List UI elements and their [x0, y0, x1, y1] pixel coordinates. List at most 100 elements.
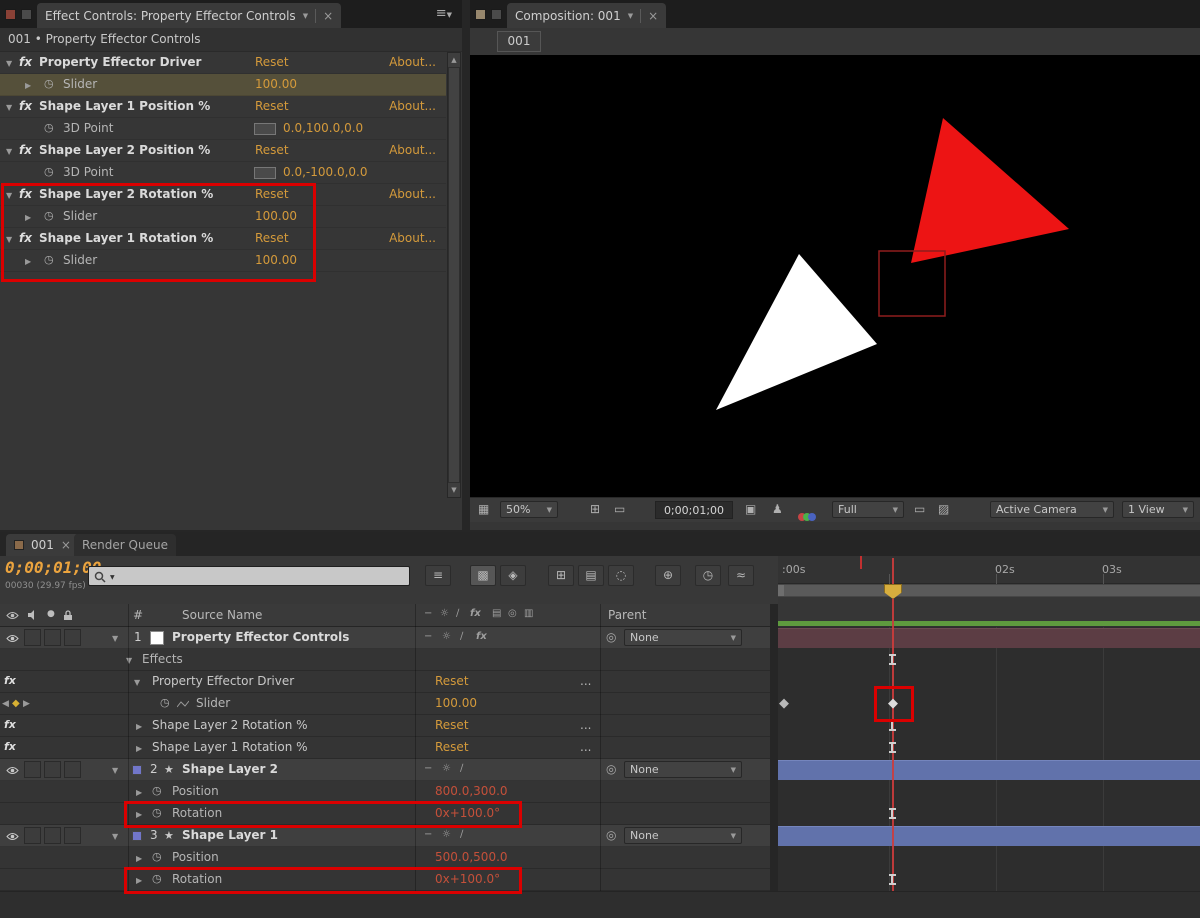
stopwatch-icon[interactable]: ◷ [44, 253, 54, 266]
column-number[interactable]: # [133, 608, 143, 622]
scroll-thumb[interactable] [449, 68, 459, 482]
twirl-open-icon[interactable]: ▼ [112, 832, 118, 841]
twirl-open-icon[interactable]: ▼ [112, 634, 118, 643]
audio-cell[interactable] [24, 827, 41, 844]
twirl-closed-icon[interactable]: ▶ [25, 213, 31, 222]
stopwatch-icon[interactable]: ◷ [152, 872, 162, 885]
effect-switch-icon[interactable]: ∕ [460, 631, 463, 642]
solo-cell[interactable] [44, 761, 61, 778]
ec-scrollbar[interactable]: ▲ ▼ [447, 52, 461, 498]
effect-header-row[interactable]: ▼ fx Property Effector Driver Reset Abou… [0, 52, 446, 74]
twirl-open-icon[interactable]: ▼ [112, 766, 118, 775]
point-property-row[interactable]: ◷ 3D Point 0.0,100.0,0.0 [0, 118, 446, 140]
collapse-switch-icon[interactable]: − [424, 631, 432, 642]
effect-name[interactable]: Shape Layer 1 Rotation % [152, 740, 308, 754]
stopwatch-icon[interactable]: ◷ [44, 209, 54, 222]
quality-switch-icon[interactable]: ☼ [442, 763, 451, 774]
layer-color-chip[interactable] [132, 831, 142, 841]
effect-name[interactable]: Shape Layer 2 Position % [39, 143, 210, 157]
show-snapshot-icon[interactable]: ♟ [772, 502, 783, 516]
layer-name[interactable]: Property Effector Controls [172, 630, 349, 644]
options-dots[interactable]: ... [580, 674, 591, 688]
panel-menu-icon[interactable]: ≡▼ [436, 6, 452, 21]
stopwatch-icon[interactable]: ◷ [160, 696, 170, 709]
parent-select[interactable]: None▼ [624, 761, 742, 778]
layer-name[interactable]: Shape Layer 1 [182, 828, 278, 842]
zoom-select[interactable]: 50%▼ [500, 501, 558, 518]
layer-row-1[interactable]: ▼ 1 Property Effector Controls − ☼ ∕ fx … [0, 627, 770, 649]
about-link[interactable]: About... [389, 143, 436, 157]
twirl-open-icon[interactable]: ▼ [6, 59, 12, 68]
visibility-eye-icon[interactable] [6, 832, 19, 841]
scroll-up-button[interactable]: ▲ [448, 53, 460, 67]
stopwatch-tool-icon[interactable]: ◷ [695, 565, 721, 586]
twirl-open-icon[interactable]: ▼ [6, 147, 12, 156]
panel-grip-icon[interactable] [21, 9, 32, 20]
point-widget-icon[interactable] [254, 167, 276, 179]
visibility-eye-icon[interactable] [6, 766, 19, 775]
solo-cell[interactable] [44, 629, 61, 646]
effect-header-row[interactable]: ▼ fx Shape Layer 1 Position % Reset Abou… [0, 96, 446, 118]
comp-marker[interactable] [860, 556, 862, 569]
auto-keyframe-icon[interactable]: ⊕ [655, 565, 681, 586]
audio-cell[interactable] [24, 629, 41, 646]
column-source-name[interactable]: Source Name [182, 608, 262, 622]
mini-flowchart-icon[interactable]: ≡ [425, 565, 451, 586]
close-icon[interactable]: × [61, 538, 71, 552]
transparency-grid-icon[interactable]: ▨ [938, 502, 949, 516]
property-value[interactable]: 800.0,300.0 [435, 784, 508, 798]
parent-select[interactable]: None▼ [624, 827, 742, 844]
twirl-closed-icon[interactable]: ▶ [25, 81, 31, 90]
chevron-down-icon[interactable]: ▼ [628, 12, 633, 20]
about-link[interactable]: About... [389, 231, 436, 245]
options-dots[interactable]: ... [580, 718, 591, 732]
about-link[interactable]: About... [389, 55, 436, 69]
chevron-down-icon[interactable]: ▼ [303, 12, 308, 20]
twirl-open-icon[interactable]: ▼ [6, 235, 12, 244]
time-ruler[interactable]: :00s 02s 03s [778, 556, 1200, 584]
tab-timeline-001[interactable]: 001 × [6, 534, 79, 556]
graph-rows-background[interactable] [778, 627, 1200, 891]
parent-pickwhip-icon[interactable]: ◎ [606, 630, 616, 644]
slider-property-row[interactable]: ▶ ◷ Slider 100.00 [0, 74, 446, 96]
effect-name[interactable]: Shape Layer 1 Position % [39, 99, 210, 113]
property-value[interactable]: 100.00 [255, 77, 297, 91]
stopwatch-icon[interactable]: ◷ [152, 784, 162, 797]
property-value[interactable]: 0x+100.0° [435, 872, 500, 886]
comp-viewport[interactable] [470, 55, 1200, 497]
lock-cell[interactable] [64, 629, 81, 646]
add-keyframe-icon[interactable]: ◆ [12, 698, 20, 709]
position-property-row[interactable]: ▶ ◷ Position 800.0,300.0 [0, 781, 770, 803]
collapse-switch-icon[interactable]: − [424, 829, 432, 840]
point-widget-icon[interactable] [254, 123, 276, 135]
layer1-duration-bar[interactable] [778, 628, 1200, 648]
layer-name[interactable]: Shape Layer 2 [182, 762, 278, 776]
twirl-closed-icon[interactable]: ▶ [136, 744, 142, 753]
slider-property-row[interactable]: ▶ ◷ Slider 100.00 [0, 206, 446, 228]
work-area-start-handle[interactable] [778, 585, 784, 596]
effect-switch-icon[interactable]: ∕ [460, 829, 463, 840]
layer-row-2[interactable]: ▼ 2 ★ Shape Layer 2 − ☼ ∕ ◎ None▼ [0, 759, 770, 781]
twirl-closed-icon[interactable]: ▶ [136, 810, 142, 819]
twirl-open-icon[interactable]: ▼ [126, 656, 132, 665]
reset-button[interactable]: Reset [435, 740, 469, 754]
layer3-duration-bar[interactable] [778, 826, 1200, 846]
effect-name[interactable]: Property Effector Driver [152, 674, 294, 688]
close-icon[interactable]: × [648, 9, 658, 23]
current-timecode[interactable]: 0;00;01;00 [5, 558, 101, 577]
slider-property-row[interactable]: ◀ ◆ ▶ ◷ Slider 100.00 [0, 693, 770, 715]
rotation-property-row[interactable]: ▶ ◷ Rotation 0x+100.0° [0, 869, 770, 891]
solo-column-icon[interactable]: ● [47, 609, 55, 619]
effect-name[interactable]: Shape Layer 1 Rotation % [39, 231, 213, 245]
twirl-closed-icon[interactable]: ▶ [136, 876, 142, 885]
position-property-row[interactable]: ▶ ◷ Position 500.0,500.0 [0, 847, 770, 869]
close-icon[interactable]: × [323, 9, 333, 23]
white-triangle-shape[interactable] [716, 254, 877, 410]
reset-button[interactable]: Reset [435, 718, 469, 732]
graph-editor-icon[interactable]: ≈ [728, 565, 754, 586]
point-property-row[interactable]: ◷ 3D Point 0.0,-100.0,0.0 [0, 162, 446, 184]
twirl-closed-icon[interactable]: ▶ [136, 788, 142, 797]
camera-select[interactable]: Active Camera▼ [990, 501, 1114, 518]
tab-render-queue[interactable]: Render Queue [74, 534, 176, 556]
slider-property-row[interactable]: ▶ ◷ Slider 100.00 [0, 250, 446, 272]
